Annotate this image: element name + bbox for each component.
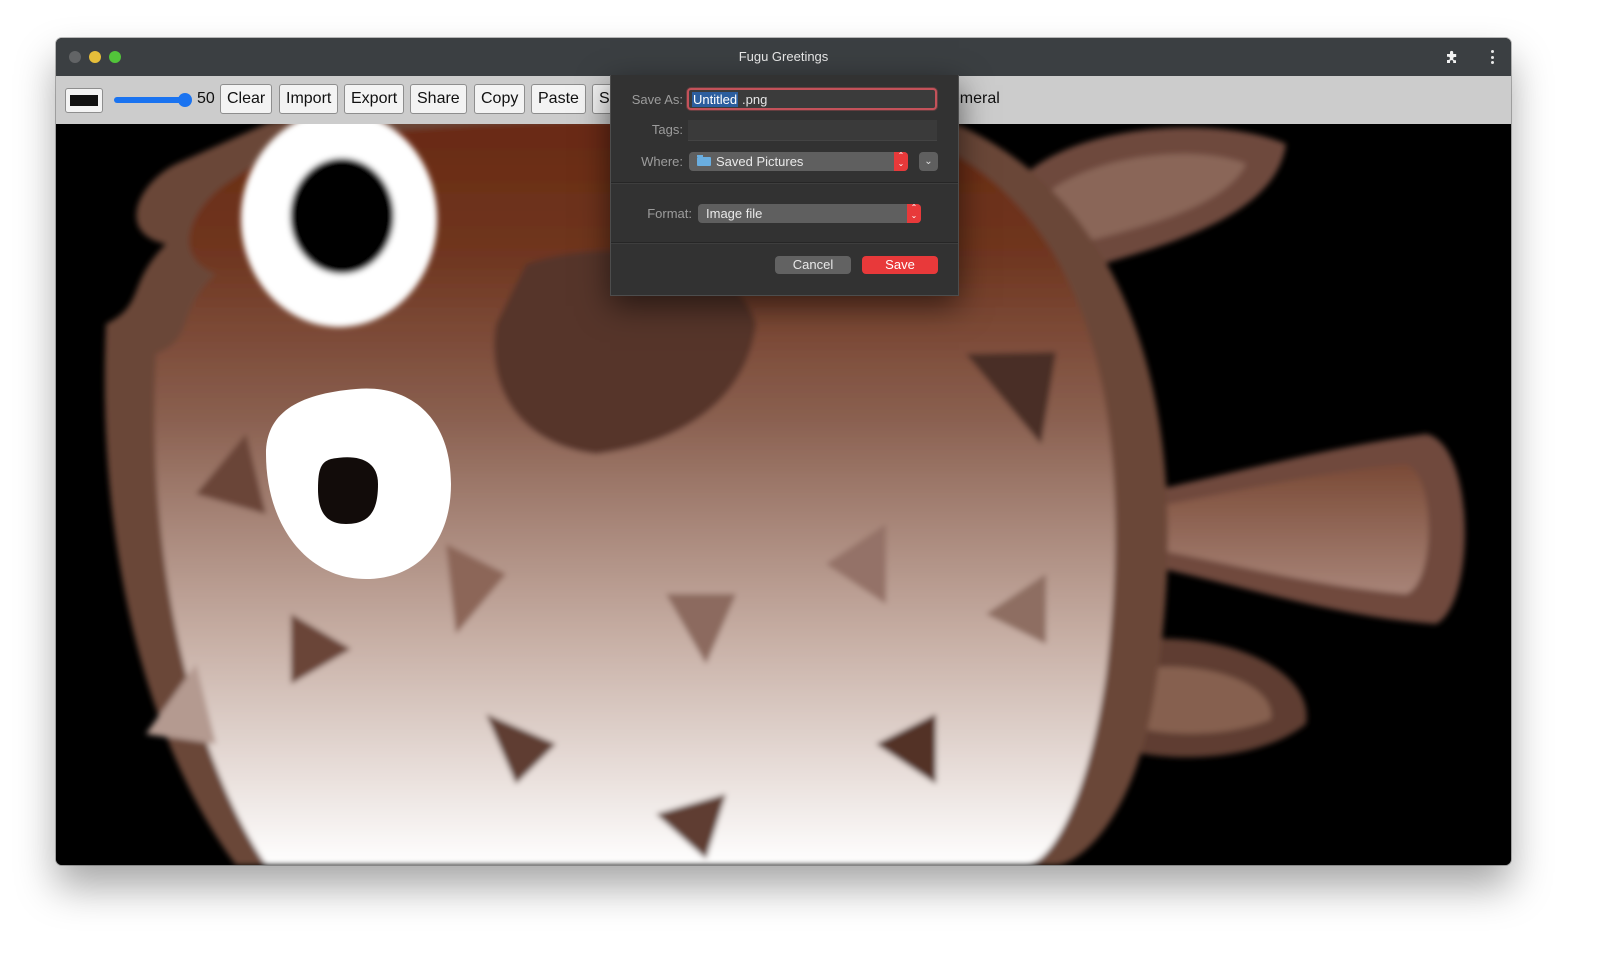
brush-size-slider[interactable] [114,93,192,107]
up-down-chevron-icon: ⌃ ⌄ [907,204,921,223]
divider [611,182,958,184]
up-down-chevron-icon: ⌃ ⌄ [894,152,908,171]
drawn-eye-pupil [318,457,378,524]
format-value: Image file [706,206,763,221]
slider-thumb[interactable] [178,93,192,107]
expand-dialog-button[interactable]: ⌄ [919,152,938,171]
import-button[interactable]: Import [279,84,339,114]
filename-input[interactable]: Untitled .png [687,88,937,110]
cancel-button[interactable]: Cancel [775,256,851,274]
upper-eye-pupil [290,158,394,274]
title-bar: Fugu Greetings [56,38,1511,77]
color-swatch [70,95,98,106]
export-button[interactable]: Export [344,84,405,114]
divider [611,242,958,244]
clear-button[interactable]: Clear [220,84,273,114]
folder-icon [697,155,711,166]
slider-track [114,97,188,103]
where-select[interactable]: Saved Pictures ⌃ ⌄ [689,152,908,171]
where-label: Where: [641,154,683,169]
window-title: Fugu Greetings [738,49,829,64]
format-label: Format: [647,206,692,221]
puzzle-piece-icon[interactable] [1444,49,1460,65]
filename-selected-text: Untitled [692,92,739,107]
save-dialog: Save As: Untitled .png Tags: Where: Save… [610,75,959,296]
format-select[interactable]: Image file ⌃ ⌄ [698,204,921,223]
tags-label: Tags: [651,122,683,137]
browser-window: Fugu Greetings 50 Clear Import Export Sh… [56,38,1511,865]
save-as-label: Save As: [631,92,683,107]
save-button[interactable]: Save [862,256,938,274]
share-button[interactable]: Share [410,84,467,114]
tags-input[interactable] [688,120,937,141]
chevron-down-icon: ⌄ [924,156,933,167]
filename-extension: .png [742,92,768,107]
where-value: Saved Pictures [716,154,804,169]
vertical-ellipsis-icon[interactable] [1485,49,1499,65]
brush-size-value: 50 [197,90,215,107]
copy-button[interactable]: Copy [474,84,526,114]
color-picker[interactable] [65,88,103,113]
paste-button[interactable]: Paste [531,84,586,114]
